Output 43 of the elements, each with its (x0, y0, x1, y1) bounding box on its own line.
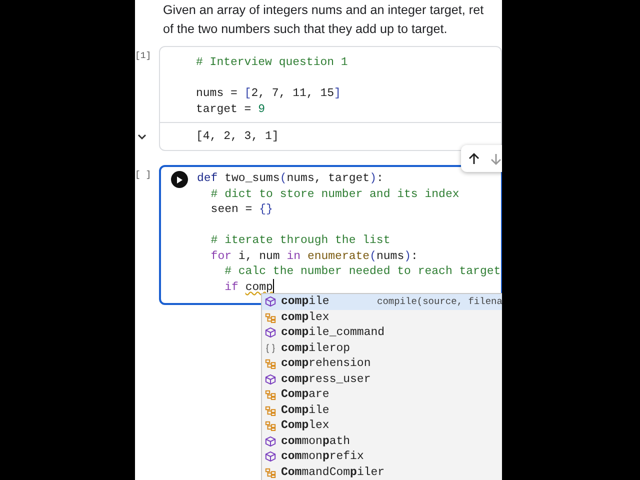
completion-item[interactable]: Complex (262, 418, 502, 434)
completion-item[interactable]: commonprefix (262, 449, 502, 464)
code-line: nums = [2, 7, 11, 15] (196, 86, 341, 102)
execution-count: [ ] (135, 169, 152, 182)
hierarchy-icon (265, 358, 276, 370)
completion-item[interactable]: Compile (262, 402, 502, 418)
code-line: def two_sums(nums, target): (197, 171, 384, 187)
code-line: seen = {} (210, 202, 273, 218)
completion-item[interactable]: CommandCompiler (262, 464, 502, 480)
code-line: target = 9 (196, 102, 266, 117)
cube-icon (265, 327, 276, 338)
code-line: for i, num in enumerate(nums): (210, 248, 418, 264)
execution-count: [1] (135, 50, 152, 63)
completion-item[interactable]: complex (262, 310, 502, 325)
completion-item[interactable]: compress_user (262, 372, 502, 387)
code-line: # Interview question 1 (196, 55, 348, 70)
cube-icon (265, 374, 276, 385)
cube-icon (265, 451, 276, 462)
completion-item[interactable]: compile_command (262, 325, 502, 340)
completion-item[interactable]: compile compile(source, filena (262, 294, 502, 310)
completion-item[interactable]: comprehension (262, 356, 502, 372)
hierarchy-icon (265, 404, 276, 416)
code-line: # iterate through the list (210, 233, 390, 249)
hierarchy-icon (265, 312, 276, 323)
braces-icon (265, 342, 276, 354)
completion-item[interactable]: Compare (262, 387, 502, 402)
completion-item[interactable]: compilerop (262, 340, 502, 356)
cube-icon (265, 296, 276, 308)
cell-output: [4, 2, 3, 1] (196, 130, 279, 143)
hierarchy-icon (265, 420, 276, 432)
completion-item[interactable]: commonpath (262, 434, 502, 449)
arrow-up-icon[interactable] (467, 152, 481, 166)
cube-icon (265, 436, 276, 447)
hierarchy-icon (265, 466, 276, 478)
description-text: of the two numbers such that they add up to target. (163, 21, 448, 38)
collapse-chevron-icon[interactable] (137, 133, 147, 141)
description-text: Given an array of integers nums and an integer target, ret (163, 2, 484, 19)
code-line: # calc the number needed to reach target (224, 264, 501, 280)
run-button[interactable] (170, 171, 188, 188)
arrow-down-icon[interactable] (489, 152, 502, 166)
code-line: # dict to store number and its index (210, 186, 460, 202)
play-icon (176, 176, 182, 184)
hierarchy-icon (265, 389, 276, 400)
